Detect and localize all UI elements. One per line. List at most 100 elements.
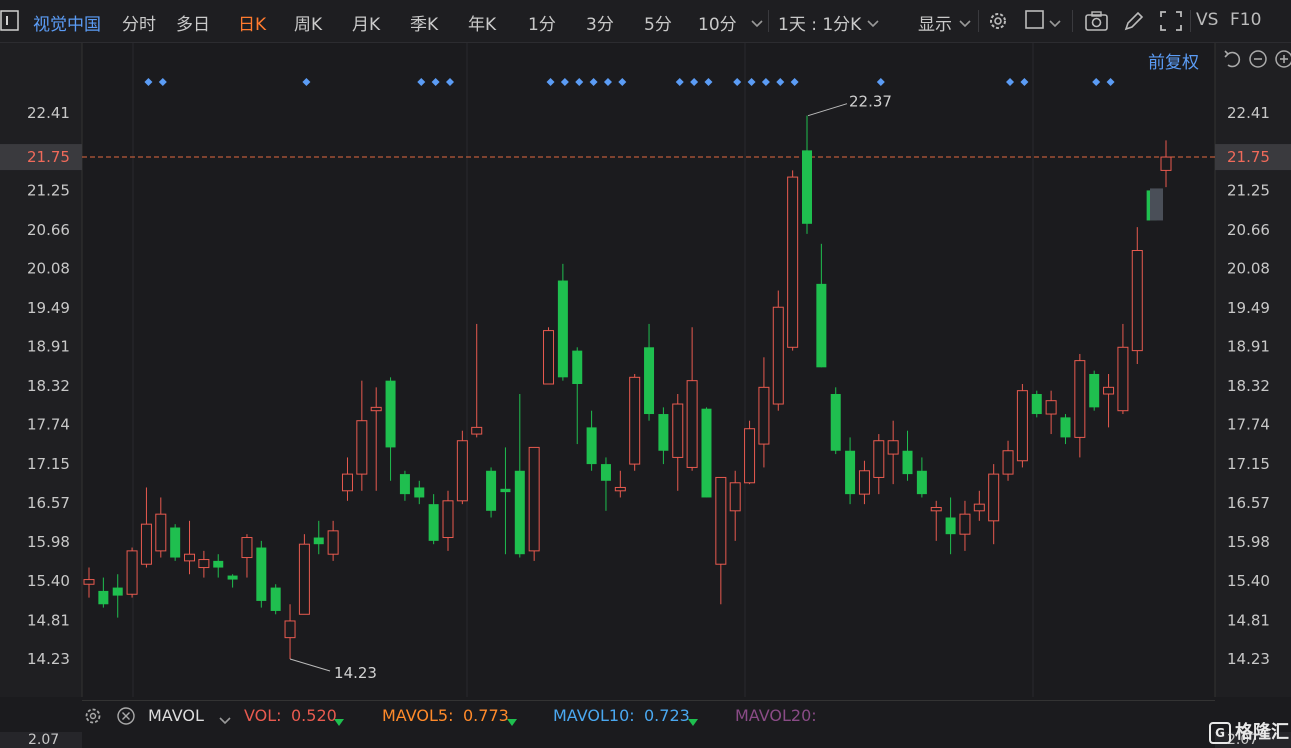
candle[interactable] bbox=[341, 457, 353, 501]
candle[interactable] bbox=[184, 520, 196, 575]
tab-fenshi[interactable]: 分时 bbox=[122, 10, 156, 35]
candle[interactable] bbox=[140, 487, 152, 568]
candle[interactable] bbox=[787, 170, 799, 351]
candle[interactable] bbox=[155, 497, 167, 558]
indicator-name[interactable]: MAVOL bbox=[148, 706, 204, 725]
candle[interactable] bbox=[528, 446, 540, 561]
zoom-in-icon[interactable] bbox=[1274, 49, 1291, 73]
vs-button[interactable]: VS bbox=[1196, 10, 1218, 30]
chevron-down-icon[interactable] bbox=[218, 711, 232, 730]
candle[interactable] bbox=[772, 290, 784, 411]
candle[interactable] bbox=[715, 476, 727, 605]
fullscreen-icon[interactable] bbox=[1158, 9, 1184, 37]
candle[interactable] bbox=[241, 534, 253, 578]
chevron-down-icon[interactable] bbox=[958, 14, 972, 33]
candle[interactable] bbox=[1031, 390, 1042, 418]
candle[interactable] bbox=[600, 457, 611, 511]
candle[interactable] bbox=[471, 323, 483, 438]
tab-season-k[interactable]: 季K bbox=[410, 10, 438, 35]
tab-day-k[interactable]: 日K bbox=[238, 10, 266, 35]
close-icon[interactable] bbox=[116, 706, 136, 730]
candle[interactable] bbox=[916, 457, 927, 498]
tab-year-k[interactable]: 年K bbox=[468, 10, 496, 35]
candle[interactable] bbox=[802, 115, 812, 234]
candle[interactable] bbox=[586, 410, 597, 471]
candle[interactable] bbox=[1002, 440, 1014, 481]
chevron-down-icon[interactable] bbox=[750, 14, 764, 33]
undo-icon[interactable] bbox=[1222, 49, 1242, 73]
candle[interactable] bbox=[614, 470, 626, 498]
candle[interactable] bbox=[959, 500, 971, 551]
candle[interactable] bbox=[930, 500, 942, 541]
tab-week-k[interactable]: 周K bbox=[294, 10, 322, 35]
candle[interactable] bbox=[873, 434, 885, 495]
pencil-icon[interactable] bbox=[1122, 9, 1146, 37]
candle[interactable] bbox=[486, 467, 497, 518]
candle[interactable] bbox=[1117, 323, 1129, 415]
candle[interactable] bbox=[298, 534, 310, 615]
candle[interactable] bbox=[572, 347, 583, 445]
candle[interactable] bbox=[858, 460, 870, 505]
candle[interactable] bbox=[988, 464, 1000, 545]
f10-button[interactable]: F10 bbox=[1230, 10, 1261, 30]
tab-10min[interactable]: 10分 bbox=[698, 10, 737, 35]
candle[interactable] bbox=[1131, 227, 1143, 364]
gear-icon[interactable] bbox=[83, 706, 103, 730]
candle[interactable] bbox=[284, 604, 296, 659]
candle[interactable] bbox=[845, 437, 856, 505]
candle[interactable] bbox=[170, 524, 181, 561]
candle[interactable] bbox=[370, 387, 382, 491]
candle[interactable] bbox=[442, 490, 454, 551]
candle[interactable] bbox=[514, 394, 525, 558]
adjust-mode[interactable]: 前复权 bbox=[1148, 48, 1199, 73]
candle[interactable] bbox=[270, 584, 281, 615]
stock-title[interactable]: 视觉中国 bbox=[33, 10, 101, 35]
candle[interactable] bbox=[198, 550, 210, 578]
candle[interactable] bbox=[945, 497, 956, 555]
candle[interactable] bbox=[686, 327, 698, 471]
candle[interactable] bbox=[112, 574, 123, 618]
candle[interactable] bbox=[500, 447, 511, 555]
candle[interactable] bbox=[887, 420, 899, 485]
candle[interactable] bbox=[744, 420, 756, 485]
candle[interactable] bbox=[327, 520, 339, 561]
candle[interactable] bbox=[313, 520, 324, 555]
menu-icon[interactable] bbox=[0, 10, 20, 36]
candle[interactable] bbox=[227, 574, 238, 588]
candle[interactable] bbox=[543, 327, 555, 385]
candle[interactable] bbox=[414, 480, 425, 505]
candle[interactable] bbox=[729, 470, 741, 541]
camera-icon[interactable] bbox=[1084, 9, 1110, 37]
display-menu[interactable]: 显示 bbox=[918, 10, 952, 35]
zoom-out-icon[interactable] bbox=[1248, 49, 1268, 73]
candle[interactable] bbox=[1045, 390, 1057, 435]
candle[interactable] bbox=[1060, 414, 1071, 445]
tab-3min[interactable]: 3分 bbox=[586, 10, 614, 35]
candle[interactable] bbox=[213, 554, 224, 578]
candle[interactable] bbox=[644, 323, 655, 421]
candle[interactable] bbox=[658, 407, 669, 465]
candle[interactable] bbox=[758, 357, 770, 468]
candle[interactable] bbox=[830, 387, 841, 455]
candle[interactable] bbox=[385, 377, 396, 481]
candle[interactable] bbox=[1016, 383, 1028, 468]
candle[interactable] bbox=[1160, 140, 1172, 188]
candle[interactable] bbox=[98, 577, 109, 608]
tab-duori[interactable]: 多日 bbox=[176, 10, 210, 35]
candle[interactable] bbox=[701, 407, 712, 498]
candle[interactable] bbox=[83, 567, 95, 598]
kline-chart[interactable]: 22.41 22.41 21.75 21.75 21.25 21.25 20.66 20.66… bbox=[0, 43, 1291, 700]
candle[interactable] bbox=[1089, 370, 1100, 411]
chevron-down-icon[interactable] bbox=[866, 14, 880, 33]
candle[interactable] bbox=[672, 394, 684, 491]
candle[interactable] bbox=[428, 494, 439, 545]
tab-1min[interactable]: 1分 bbox=[528, 10, 556, 35]
gear-icon[interactable] bbox=[986, 9, 1010, 37]
candle[interactable] bbox=[1074, 353, 1086, 458]
candle[interactable] bbox=[126, 547, 138, 598]
candle[interactable] bbox=[256, 540, 267, 608]
candle[interactable] bbox=[456, 430, 468, 505]
candle[interactable] bbox=[629, 373, 641, 471]
period-select[interactable]: 1天 : 1分K bbox=[778, 10, 861, 35]
square-icon[interactable] bbox=[1024, 9, 1046, 35]
